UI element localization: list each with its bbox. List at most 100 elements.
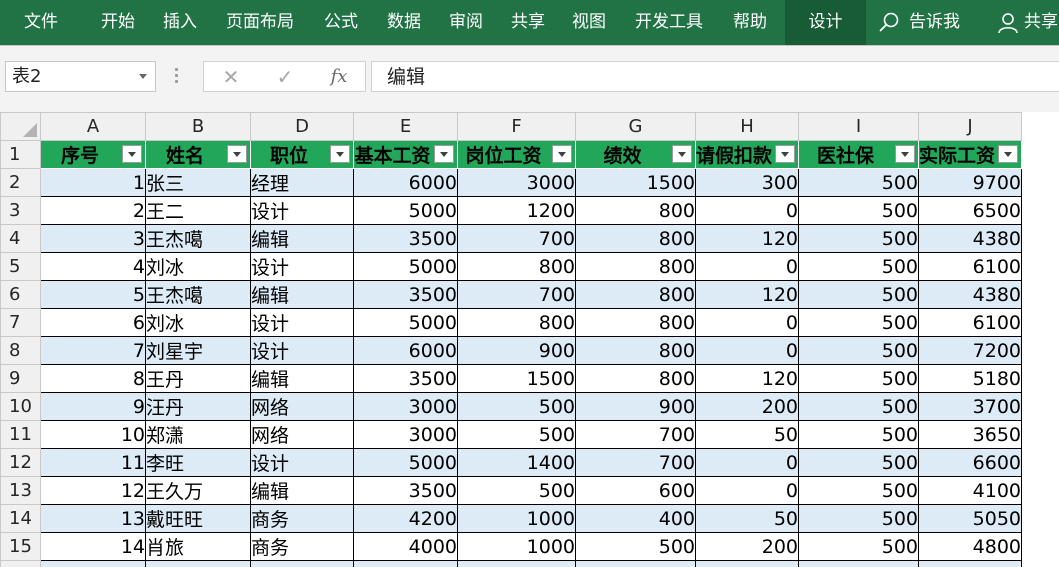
worksheet-grid[interactable]: A B D E F G H I J 1 序号 姓名 职位 基本工资 岗位工资 绩… bbox=[0, 112, 1059, 567]
table-cell[interactable]: 500 bbox=[798, 392, 920, 421]
table-cell[interactable]: 120 bbox=[694, 364, 800, 393]
row-header[interactable]: 1 bbox=[0, 140, 41, 169]
table-cell[interactable] bbox=[457, 560, 576, 567]
table-cell[interactable]: 500 bbox=[457, 420, 576, 449]
table-cell[interactable]: 5 bbox=[40, 280, 146, 309]
row-header[interactable]: 14 bbox=[0, 504, 41, 533]
table-cell[interactable]: 4200 bbox=[353, 504, 458, 533]
row-header[interactable]: 10 bbox=[0, 392, 41, 421]
enter-icon[interactable]: ✓ bbox=[270, 62, 300, 92]
table-cell[interactable] bbox=[694, 560, 800, 567]
table-cell[interactable]: 600 bbox=[575, 476, 696, 505]
table-cell[interactable]: 6100 bbox=[918, 308, 1023, 337]
table-cell[interactable]: 6 bbox=[40, 308, 146, 337]
table-cell[interactable]: 3500 bbox=[353, 280, 458, 309]
table-cell[interactable]: 15 bbox=[40, 560, 146, 567]
table-cell[interactable] bbox=[798, 560, 920, 567]
table-cell[interactable]: 300 bbox=[694, 168, 800, 197]
row-header[interactable]: 13 bbox=[0, 476, 41, 505]
table-cell[interactable]: 编辑 bbox=[250, 224, 354, 253]
filter-dropdown-icon[interactable] bbox=[434, 145, 454, 163]
table-cell[interactable]: 7 bbox=[40, 336, 146, 365]
table-cell[interactable]: 戴旺旺 bbox=[145, 504, 251, 533]
column-header[interactable]: J bbox=[918, 112, 1023, 141]
table-cell[interactable] bbox=[918, 560, 1023, 567]
table-cell[interactable]: 3000 bbox=[457, 168, 576, 197]
table-cell[interactable]: 120 bbox=[694, 224, 800, 253]
table-cell[interactable]: 6000 bbox=[353, 168, 458, 197]
table-header-cell[interactable]: 序号 bbox=[40, 140, 146, 169]
table-cell[interactable]: 3700 bbox=[918, 392, 1023, 421]
table-header-cell[interactable]: 医社保 bbox=[798, 140, 920, 169]
table-cell[interactable]: 刘星宇 bbox=[145, 336, 251, 365]
column-header[interactable]: E bbox=[353, 112, 458, 141]
table-cell[interactable]: 400 bbox=[575, 504, 696, 533]
table-header-cell[interactable]: 职位 bbox=[250, 140, 354, 169]
row-header[interactable]: 7 bbox=[0, 308, 41, 337]
row-header[interactable]: 4 bbox=[0, 224, 41, 253]
row-header[interactable]: 15 bbox=[0, 532, 41, 561]
table-cell[interactable]: 500 bbox=[457, 476, 576, 505]
table-cell[interactable]: 500 bbox=[798, 196, 920, 225]
column-header[interactable]: D bbox=[250, 112, 354, 141]
tab-developer[interactable]: 开发工具 bbox=[635, 0, 703, 45]
table-cell[interactable] bbox=[250, 560, 354, 567]
table-cell[interactable]: 3 bbox=[40, 224, 146, 253]
table-cell[interactable]: 50 bbox=[694, 420, 800, 449]
table-cell[interactable]: 王丹 bbox=[145, 364, 251, 393]
tab-design[interactable]: 设计 bbox=[785, 0, 866, 45]
table-cell[interactable]: 1000 bbox=[457, 504, 576, 533]
table-cell[interactable]: 800 bbox=[575, 308, 696, 337]
table-cell[interactable]: 500 bbox=[798, 476, 920, 505]
table-cell[interactable]: 设计 bbox=[250, 252, 354, 281]
table-cell[interactable]: 设计 bbox=[250, 196, 354, 225]
table-cell[interactable]: 王杰噶 bbox=[145, 280, 251, 309]
filter-dropdown-icon[interactable] bbox=[227, 145, 247, 163]
row-header[interactable]: 6 bbox=[0, 280, 41, 309]
table-cell[interactable]: 500 bbox=[798, 504, 920, 533]
column-header[interactable]: I bbox=[798, 112, 920, 141]
table-cell[interactable]: 1000 bbox=[457, 532, 576, 561]
table-cell[interactable]: 商务 bbox=[250, 504, 354, 533]
table-cell[interactable]: 200 bbox=[694, 392, 800, 421]
table-cell[interactable]: 5000 bbox=[353, 196, 458, 225]
table-cell[interactable]: 7200 bbox=[918, 336, 1023, 365]
table-cell[interactable]: 800 bbox=[575, 364, 696, 393]
table-cell[interactable]: 800 bbox=[575, 280, 696, 309]
tab-data[interactable]: 数据 bbox=[387, 0, 421, 45]
table-cell[interactable]: 8 bbox=[40, 364, 146, 393]
table-cell[interactable]: 设计 bbox=[250, 448, 354, 477]
row-header[interactable]: 8 bbox=[0, 336, 41, 365]
table-cell[interactable]: 设计 bbox=[250, 336, 354, 365]
tab-formulas[interactable]: 公式 bbox=[324, 0, 358, 45]
table-cell[interactable]: 4100 bbox=[918, 476, 1023, 505]
table-cell[interactable]: 500 bbox=[798, 308, 920, 337]
table-cell[interactable]: 800 bbox=[575, 196, 696, 225]
table-cell[interactable]: 6600 bbox=[918, 448, 1023, 477]
filter-dropdown-icon[interactable] bbox=[672, 145, 692, 163]
table-cell[interactable]: 网络 bbox=[250, 392, 354, 421]
table-cell[interactable] bbox=[575, 560, 696, 567]
table-cell[interactable]: 3650 bbox=[918, 420, 1023, 449]
tab-insert[interactable]: 插入 bbox=[163, 0, 197, 45]
table-cell[interactable]: 12 bbox=[40, 476, 146, 505]
table-cell[interactable]: 5180 bbox=[918, 364, 1023, 393]
filter-dropdown-icon[interactable] bbox=[998, 145, 1019, 163]
table-cell[interactable]: 2 bbox=[40, 196, 146, 225]
table-cell[interactable]: 0 bbox=[694, 476, 800, 505]
chevron-down-icon[interactable] bbox=[139, 74, 147, 79]
table-cell[interactable]: 200 bbox=[694, 532, 800, 561]
table-cell[interactable]: 经理 bbox=[250, 168, 354, 197]
name-box[interactable]: 表2 bbox=[5, 61, 156, 92]
table-cell[interactable]: 李旺 bbox=[145, 448, 251, 477]
tab-help[interactable]: 帮助 bbox=[733, 0, 767, 45]
table-cell[interactable]: 800 bbox=[457, 252, 576, 281]
table-cell[interactable]: 王杰噶 bbox=[145, 224, 251, 253]
table-cell[interactable]: 900 bbox=[457, 336, 576, 365]
row-header[interactable]: 11 bbox=[0, 420, 41, 449]
table-cell[interactable]: 0 bbox=[694, 308, 800, 337]
table-cell[interactable] bbox=[145, 560, 251, 567]
row-header[interactable]: 5 bbox=[0, 252, 41, 281]
tab-home[interactable]: 开始 bbox=[101, 0, 135, 45]
table-cell[interactable]: 张三 bbox=[145, 168, 251, 197]
